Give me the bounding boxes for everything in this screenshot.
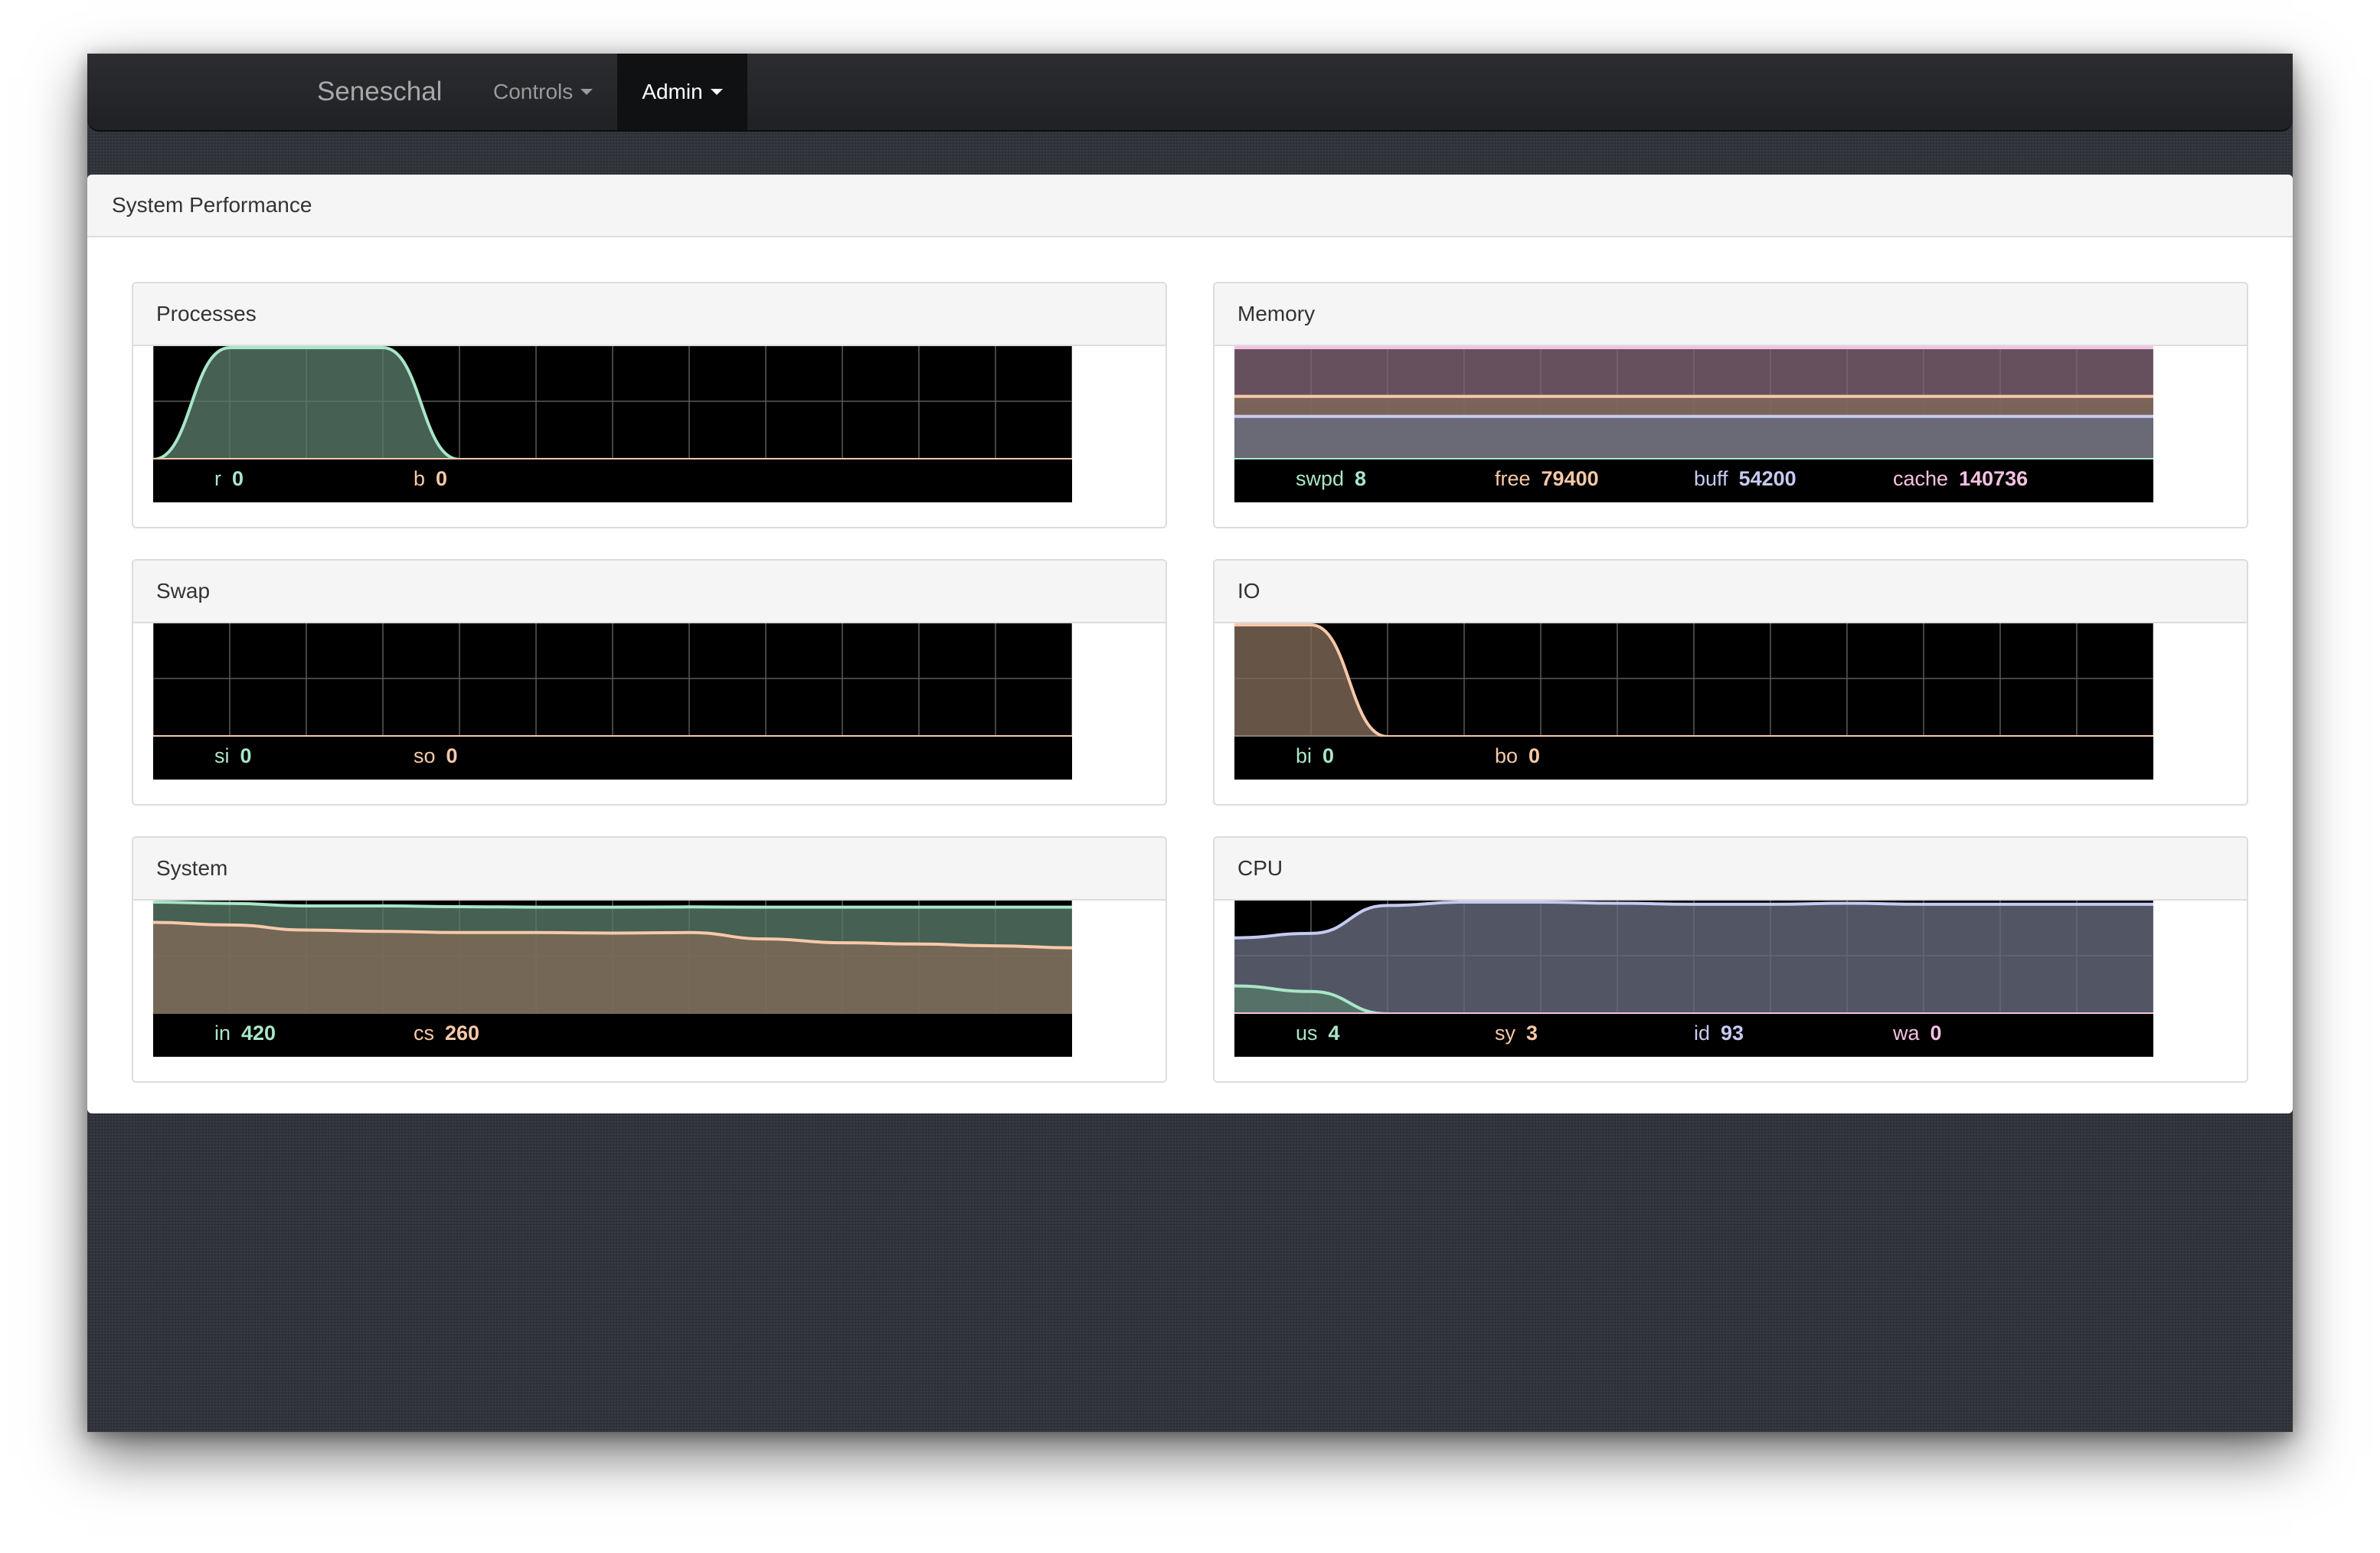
legend-item-so: so 0	[414, 744, 458, 767]
card-processes: Processes r0 b0	[132, 282, 1167, 528]
legend-item-wa: wa 0	[1893, 1022, 1942, 1045]
processes-chart-svg	[153, 346, 1072, 459]
browser-viewport: Seneschal Controls Admin System Performa…	[87, 54, 2293, 1432]
processes-chart: r0 b0	[153, 346, 1072, 502]
card-cpu: CPU us 4 sy 3 id 93 wa 0	[1213, 836, 2248, 1083]
io-chart-svg	[1234, 623, 2153, 737]
navbar: Seneschal Controls Admin	[87, 54, 2293, 132]
cpu-chart: us 4 sy 3 id 93 wa 0	[1234, 901, 2153, 1057]
legend-item-us: us 4	[1296, 1022, 1340, 1045]
legend: r0 b0	[153, 459, 1072, 502]
card-title: Swap	[133, 561, 1165, 623]
swap-chart: si 0 so 0	[153, 623, 1072, 780]
legend: in 420 cs 260	[153, 1014, 1072, 1057]
legend-item-bi: bi 0	[1296, 744, 1335, 767]
legend: si 0 so 0	[153, 737, 1072, 780]
legend-item-cache: cache 140736	[1893, 467, 2029, 490]
card-title: System	[133, 838, 1165, 901]
legend-item-r: r0	[214, 467, 244, 490]
memory-chart-svg	[1234, 346, 2153, 459]
card-title: Processes	[133, 283, 1165, 346]
legend-item-b: b0	[414, 467, 448, 490]
io-chart: bi 0 bo 0	[1234, 623, 2153, 780]
admin-label: Admin	[642, 80, 703, 103]
controls-label: Controls	[493, 80, 574, 103]
legend-item-si: si 0	[214, 744, 252, 767]
legend-item-sy: sy 3	[1495, 1022, 1538, 1045]
card-io: IO bi 0 bo 0	[1213, 559, 2248, 806]
system-performance-panel: System Performance Processes r0 b0 Memor…	[87, 175, 2293, 1113]
panel-title: System Performance	[87, 175, 2293, 237]
brand-link[interactable]: Seneschal	[317, 77, 442, 107]
cpu-chart-svg	[1234, 901, 2153, 1014]
memory-chart: swpd 8 free 79400 buff 54200 cache 140736	[1234, 346, 2153, 502]
card-memory: Memory swpd 8 free 79400 buff 54200 cache 14…	[1213, 282, 2248, 528]
system-chart: in 420 cs 260	[153, 901, 1072, 1057]
admin-dropdown[interactable]: Admin	[617, 54, 747, 130]
series-area-buff	[1234, 416, 2153, 459]
series-area-id	[1234, 902, 2153, 1014]
caret-down-icon	[580, 89, 593, 95]
controls-dropdown[interactable]: Controls	[490, 54, 596, 130]
card-title: Memory	[1215, 283, 2247, 346]
caret-down-icon	[710, 89, 723, 95]
legend-item-buff: buff 54200	[1694, 467, 1796, 490]
system-chart-svg	[153, 901, 1072, 1014]
legend: bi 0 bo 0	[1234, 737, 2153, 780]
legend-item-free: free 79400	[1495, 467, 1599, 490]
card-title: CPU	[1215, 838, 2247, 901]
card-system: System in 420 cs 260	[132, 836, 1167, 1083]
card-title: IO	[1215, 561, 2247, 623]
legend-item-in: in 420	[214, 1022, 276, 1045]
legend: swpd 8 free 79400 buff 54200 cache 140736	[1234, 459, 2153, 502]
legend-item-id: id 93	[1694, 1022, 1744, 1045]
legend-item-swpd: swpd 8	[1296, 467, 1367, 490]
legend: us 4 sy 3 id 93 wa 0	[1234, 1014, 2153, 1057]
card-swap: Swap si 0 so 0	[132, 559, 1167, 806]
swap-chart-svg	[153, 623, 1072, 737]
legend-item-bo: bo 0	[1495, 744, 1541, 767]
legend-item-cs: cs 260	[414, 1022, 480, 1045]
